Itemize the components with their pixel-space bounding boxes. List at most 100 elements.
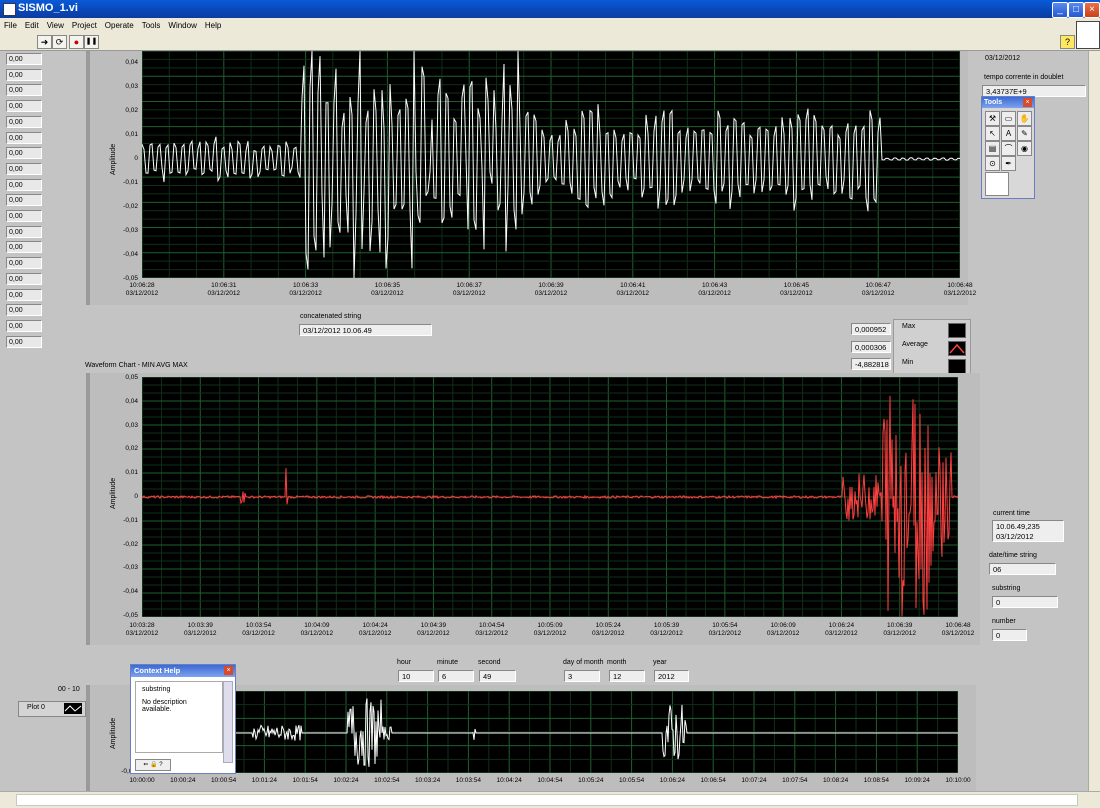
color-tool-icon[interactable] (985, 172, 1009, 196)
numeric-array-cell[interactable]: 0,00 (6, 194, 42, 207)
numeric-array-cell[interactable]: 0,00 (6, 84, 42, 97)
numeric-array-cell[interactable]: 0,00 (6, 147, 42, 160)
menu-edit[interactable]: Edit (21, 18, 43, 30)
time-field-indicator[interactable]: 12 (609, 670, 645, 682)
time-field-indicator[interactable]: 3 (564, 670, 600, 682)
chart2-xtick: 10:03:39 03/12/2012 (170, 622, 230, 638)
tool-icon[interactable]: ◉ (1017, 141, 1032, 156)
time-field-indicator[interactable]: 6 (438, 670, 474, 682)
chart2-xtick-date: 03/12/2012 (708, 630, 742, 637)
vertical-scrollbar[interactable] (1088, 51, 1100, 791)
numeric-array-cell[interactable]: 0,00 (6, 100, 42, 113)
chart2-xtick-date: 03/12/2012 (766, 630, 800, 637)
numeric-array-cell[interactable]: 0,00 (6, 131, 42, 144)
horizontal-scrollbar-track[interactable] (16, 794, 1078, 806)
close-button[interactable]: × (1084, 2, 1100, 18)
numeric-array-cell[interactable]: 0,00 (6, 304, 42, 317)
maximize-button[interactable]: □ (1068, 2, 1084, 18)
time-field-indicator[interactable]: 2012 (654, 670, 689, 682)
numeric-array-cell[interactable]: 0,00 (6, 335, 42, 348)
time-field-indicator[interactable]: 10 (398, 670, 434, 682)
graph1-xtick: 10:06:45 03/12/2012 (766, 282, 826, 298)
menu-file[interactable]: File (0, 18, 21, 30)
graph1-plot-area[interactable] (141, 50, 961, 279)
tool-icon[interactable]: ▭ (1001, 111, 1016, 126)
tools-palette[interactable]: Tools × ⚒ ▭ ✋ ↖ A ✎ ▤ ⌒ ◉ ⊙ ✒ (981, 96, 1035, 199)
context-help-name: substring (142, 686, 171, 693)
datetime-string-indicator[interactable]: 06 (989, 563, 1056, 575)
tool-icon[interactable]: ✎ (1017, 126, 1032, 141)
plot0-legend[interactable]: Plot 0 (18, 701, 86, 717)
graph1-ytick: 0,01 (125, 131, 138, 138)
graph1-xtick: 10:06:31 03/12/2012 (194, 282, 254, 298)
menu-operate[interactable]: Operate (101, 18, 138, 30)
chart2-xtick-date: 03/12/2012 (825, 630, 858, 637)
abort-button[interactable]: ● (69, 35, 84, 49)
numeric-array-cell[interactable]: 0,00 (6, 210, 42, 222)
numeric-array-cell[interactable]: 0,00 (6, 162, 42, 175)
menu-tools[interactable]: Tools (138, 18, 165, 30)
numeric-array-cell[interactable]: 0,00 (6, 319, 42, 332)
legend-row-max[interactable]: Max (896, 321, 966, 338)
tool-icon[interactable]: ▤ (985, 141, 1000, 156)
run-button[interactable]: ➜ (37, 35, 52, 49)
context-help-buttons[interactable]: ⇐ 🔒 ? (135, 759, 171, 771)
minimize-button[interactable]: _ (1052, 2, 1068, 18)
numeric-array-cell[interactable]: 0,00 (6, 53, 42, 65)
graph3-plot-area[interactable] (141, 690, 959, 774)
chart2-ytick: -0,01 (123, 516, 138, 524)
chart2-ytick: 0,02 (125, 445, 138, 453)
chart2-xtick-date: 03/12/2012 (300, 630, 334, 637)
horizontal-scrollbar[interactable] (0, 791, 1100, 808)
numeric-array-cell[interactable]: 0,00 (6, 115, 42, 128)
tool-icon[interactable]: ⚒ (985, 111, 1000, 126)
legend-row-min[interactable]: Min (896, 357, 966, 374)
tool-icon[interactable]: ✋ (1017, 111, 1032, 126)
numeric-array-cell[interactable]: 0,00 (6, 241, 42, 254)
number-indicator[interactable]: 0 (992, 629, 1027, 641)
menu-project[interactable]: Project (68, 18, 101, 30)
tool-icon[interactable]: ✒ (1001, 156, 1016, 171)
menu-view[interactable]: View (43, 18, 68, 30)
graph1-xtick-date: 03/12/2012 (616, 290, 650, 297)
tempo-label: tempo corrente in doublet (984, 74, 1064, 81)
context-help-toggle[interactable]: ? (1060, 35, 1075, 49)
current-time-indicator[interactable]: 10.06.49,235 03/12/2012 (992, 520, 1064, 542)
chart2-xtick: 10:05:09 03/12/2012 (520, 622, 580, 638)
time-field-indicator[interactable]: 49 (479, 670, 516, 682)
graph1-xtick-time: 10:06:35 (374, 282, 401, 289)
graph1-ytick: -0,03 (123, 227, 138, 234)
run-continuously-button[interactable]: ⟳ (52, 35, 67, 49)
chart2-xtick-time: 10:05:24 (595, 622, 621, 629)
plot0-label: Plot 0 (27, 704, 45, 711)
numeric-array-cell[interactable]: 0,00 (6, 288, 42, 301)
context-help-scrollbar[interactable] (223, 681, 233, 763)
context-help-close-icon[interactable]: × (224, 666, 233, 675)
current-time-line2: 03/12/2012 (996, 532, 1034, 541)
chart2-xtick-date: 03/12/2012 (475, 630, 508, 637)
chart2-xtick-time: 10:04:54 (479, 622, 505, 629)
concat-string-indicator[interactable]: 03/12/2012 10.06.49 (299, 324, 432, 336)
graph1-xtick: 10:06:41 03/12/2012 (603, 282, 663, 298)
substring-indicator[interactable]: 0 (992, 596, 1058, 608)
numeric-array-cell[interactable]: 0,00 (6, 257, 42, 270)
tool-icon[interactable]: ⊙ (985, 156, 1000, 171)
graph1-xtick-time: 10:06:31 (211, 282, 237, 289)
chart2-plot-area[interactable] (141, 376, 959, 618)
tool-icon[interactable]: A (1001, 126, 1016, 141)
graph1-xtick-date: 03/12/2012 (861, 290, 895, 297)
menu-window[interactable]: Window (164, 18, 200, 30)
tool-icon[interactable]: ↖ (985, 126, 1000, 141)
legend-row-average[interactable]: Average (896, 339, 966, 356)
numeric-array-cell[interactable]: 0,00 (6, 68, 42, 81)
menu-help[interactable]: Help (201, 18, 225, 30)
chart2-title: Waveform Chart - MIN AVG MAX (85, 362, 188, 369)
pause-button[interactable]: ❚❚ (84, 35, 99, 49)
tool-icon[interactable]: ⌒ (1001, 141, 1016, 156)
front-panel: 0,00 0,00 0,00 0,00 0,00 0,00 0,00 0,00 0,00 0,00… (0, 50, 1088, 791)
tools-palette-close-icon[interactable]: × (1023, 98, 1032, 107)
numeric-array-cell[interactable]: 0,00 (6, 178, 42, 191)
numeric-array-cell[interactable]: 0,00 (6, 225, 42, 238)
numeric-array-cell[interactable]: 0,00 (6, 272, 42, 285)
context-help-window[interactable]: Context Help × substring No description … (130, 664, 236, 774)
